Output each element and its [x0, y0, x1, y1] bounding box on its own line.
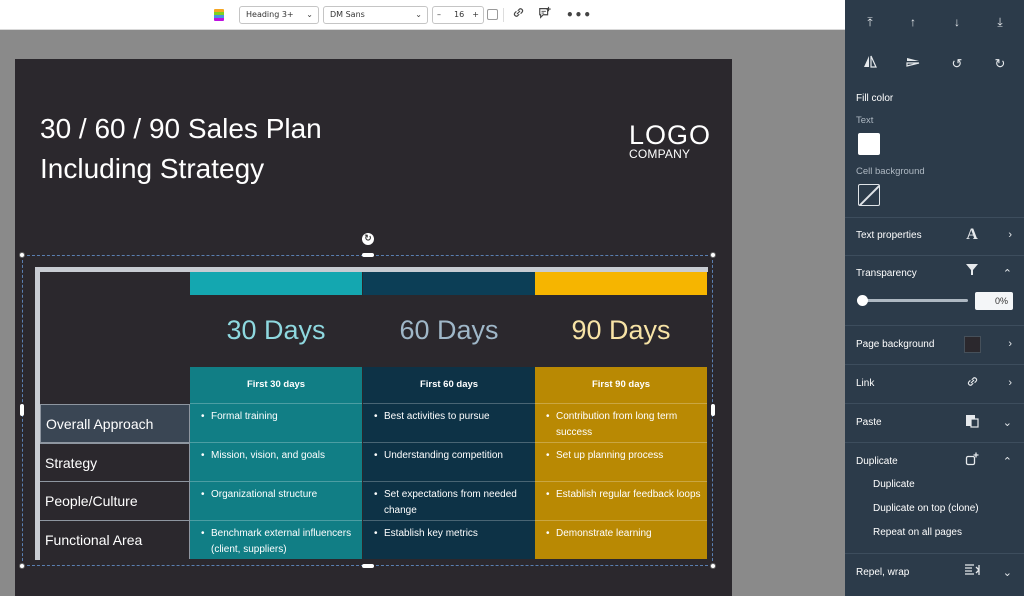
panel-divider [845, 325, 1024, 326]
chevron-right-icon[interactable]: › [1008, 229, 1012, 241]
text-format-icon[interactable]: A [963, 226, 981, 244]
panel-divider [845, 217, 1024, 218]
resize-handle-bottom-left[interactable] [19, 563, 25, 569]
transparency-label[interactable]: Transparency [856, 268, 917, 279]
rotate-left-icon[interactable]: ↺ [948, 55, 966, 73]
text-color-swatch[interactable] [858, 133, 880, 155]
logo-text: LOGO [629, 120, 712, 150]
cell-background-swatch[interactable] [858, 184, 880, 206]
bring-forward-icon[interactable]: ↑ [904, 13, 922, 31]
slide-title-line-2: Including Strategy [40, 153, 265, 184]
flip-vertical-icon[interactable] [904, 55, 922, 73]
text-color-label: Text [856, 115, 874, 126]
properties-panel: ⤒ ↑ ↓ ⤓ ↺ ↻ Fill color Text Cell backgro… [845, 0, 1024, 596]
resize-handle-top[interactable] [362, 253, 374, 257]
transparency-icon [963, 263, 981, 281]
panel-divider [845, 442, 1024, 443]
page-background-label[interactable]: Page background [856, 339, 934, 350]
comment-icon[interactable] [536, 6, 554, 24]
rotate-right-icon[interactable]: ↻ [991, 55, 1009, 73]
paste-icon[interactable] [963, 413, 981, 431]
duplicate-label[interactable]: Duplicate [856, 456, 898, 467]
font-size-value[interactable]: 16 [454, 7, 464, 23]
resize-handle-bottom[interactable] [362, 564, 374, 568]
panel-divider [845, 255, 1024, 256]
chevron-up-icon[interactable]: ⌃ [1003, 455, 1012, 468]
chevron-up-icon[interactable]: ⌃ [1003, 267, 1012, 280]
selection-frame [22, 255, 713, 566]
top-toolbar: Heading 3+ ⌄ DM Sans ⌄ – 16 + ••• [0, 0, 845, 30]
panel-divider [845, 403, 1024, 404]
increase-font-size-button[interactable]: + [472, 7, 479, 23]
transparency-value-input[interactable]: 0% [975, 292, 1013, 310]
more-icon[interactable]: ••• [566, 6, 591, 24]
duplicate-on-top-option[interactable]: Duplicate on top (clone) [873, 503, 979, 514]
rotate-handle-icon[interactable]: ↻ [362, 233, 374, 245]
bring-to-front-icon[interactable]: ⤒ [861, 13, 879, 31]
text-wrap-icon[interactable] [963, 563, 981, 581]
format-checkbox[interactable] [487, 9, 498, 20]
resize-handle-top-left[interactable] [19, 252, 25, 258]
font-size-stepper[interactable]: – 16 + [432, 6, 484, 24]
panel-divider [845, 553, 1024, 554]
link-label[interactable]: Link [856, 378, 874, 389]
chevron-down-icon: ⌄ [415, 10, 422, 19]
send-backward-icon[interactable]: ↓ [948, 13, 966, 31]
page-background-swatch[interactable] [964, 336, 981, 353]
link-icon[interactable] [509, 6, 527, 24]
chevron-down-icon: ⌄ [306, 10, 313, 19]
color-palette-icon[interactable] [214, 9, 224, 21]
cell-background-label: Cell background [856, 166, 925, 177]
slide-title[interactable]: 30 / 60 / 90 Sales Plan Including Strate… [40, 109, 322, 189]
heading-style-select[interactable]: Heading 3+ ⌄ [239, 6, 319, 24]
transparency-slider-handle[interactable] [857, 295, 868, 306]
resize-handle-top-right[interactable] [710, 252, 716, 258]
company-logo[interactable]: LOGO COMPANY [629, 120, 712, 161]
resize-handle-bottom-right[interactable] [710, 563, 716, 569]
panel-divider [845, 364, 1024, 365]
link-icon[interactable] [963, 375, 981, 393]
chevron-right-icon[interactable]: › [1008, 377, 1012, 389]
toolbar-divider [503, 8, 504, 22]
text-properties-label[interactable]: Text properties [856, 230, 922, 241]
slide-title-line-1: 30 / 60 / 90 Sales Plan [40, 113, 322, 144]
duplicate-option[interactable]: Duplicate [873, 479, 915, 490]
duplicate-icon[interactable] [963, 452, 981, 470]
font-family-value: DM Sans [330, 10, 365, 19]
paste-label[interactable]: Paste [856, 417, 882, 428]
heading-style-value: Heading 3+ [246, 10, 294, 19]
chevron-down-icon[interactable]: ⌄ [1003, 566, 1012, 579]
chevron-down-icon[interactable]: ⌄ [1003, 416, 1012, 429]
transparency-slider-track[interactable] [862, 299, 968, 302]
flip-horizontal-icon[interactable] [861, 55, 879, 73]
repel-wrap-label[interactable]: Repel, wrap [856, 567, 909, 578]
repeat-on-all-pages-option[interactable]: Repeat on all pages [873, 527, 962, 538]
fill-color-label: Fill color [856, 93, 894, 104]
send-to-back-icon[interactable]: ⤓ [991, 13, 1009, 31]
resize-handle-left[interactable] [20, 404, 24, 416]
font-family-select[interactable]: DM Sans ⌄ [323, 6, 428, 24]
resize-handle-right[interactable] [711, 404, 715, 416]
decrease-font-size-button[interactable]: – [437, 7, 441, 23]
chevron-right-icon[interactable]: › [1008, 338, 1012, 350]
